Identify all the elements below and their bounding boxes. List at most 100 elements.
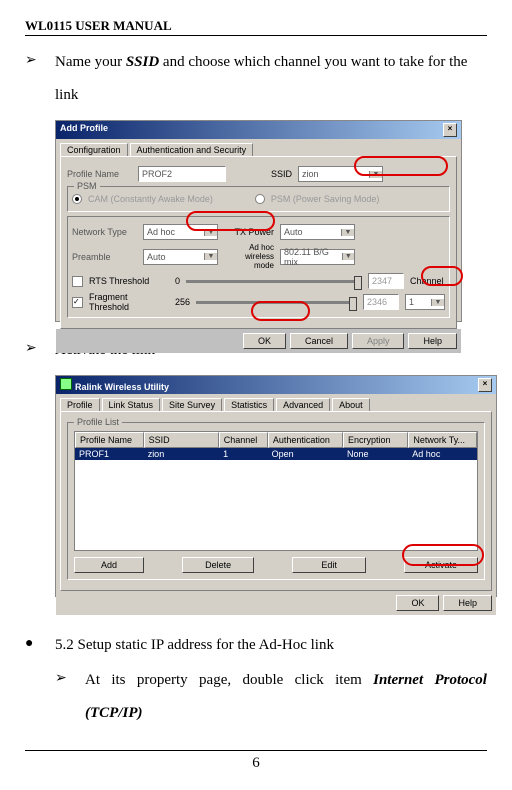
profile-panel: Profile List Profile NameSSIDChannelAuth… (60, 411, 492, 591)
cam-radio-label: CAM (Constantly Awake Mode) (88, 194, 213, 204)
dialog-tabs: Configuration Authentication and Securit… (56, 139, 461, 156)
rts-slider[interactable] (186, 280, 362, 283)
fragment-checkbox[interactable] (72, 297, 83, 308)
preamble-label: Preamble (72, 252, 137, 262)
edit-button[interactable]: Edit (292, 557, 366, 573)
tab-profile[interactable]: Profile (60, 398, 100, 411)
profile-name-input[interactable]: PROF2 (138, 166, 226, 182)
tab-site-survey[interactable]: Site Survey (162, 398, 222, 411)
ok-button[interactable]: OK (243, 333, 286, 349)
profile-table: Profile NameSSIDChannelAuthenticationEnc… (74, 431, 478, 551)
tab-link-status[interactable]: Link Status (102, 398, 161, 411)
network-fieldset: Network Type Ad hoc▼ TX Power Auto▼ Prea… (67, 216, 450, 318)
table-cell: Ad hoc (408, 448, 477, 460)
table-header-cell[interactable]: Encryption (343, 432, 408, 448)
dialog-button-row: OK Cancel Apply Help (56, 329, 461, 353)
profile-list-fieldset: Profile List Profile NameSSIDChannelAuth… (67, 422, 485, 580)
ok-button[interactable]: OK (396, 595, 439, 611)
table-cell: zion (144, 448, 219, 460)
table-header-cell[interactable]: Profile Name (75, 432, 144, 448)
slider-thumb-icon (354, 276, 362, 290)
activate-button[interactable]: Activate (404, 557, 478, 573)
tab-advanced[interactable]: Advanced (276, 398, 330, 411)
network-type-dropdown[interactable]: Ad hoc ▼ (143, 224, 218, 240)
tab-statistics[interactable]: Statistics (224, 398, 274, 411)
apply-button[interactable]: Apply (352, 333, 405, 349)
preamble-dropdown[interactable]: Auto▼ (143, 249, 218, 265)
table-header: Profile NameSSIDChannelAuthenticationEnc… (75, 432, 477, 448)
fragment-min: 256 (175, 297, 190, 307)
help-button[interactable]: Help (443, 595, 492, 611)
fragment-label: Fragment Threshold (89, 292, 169, 312)
chevron-bullet-icon: ➢ (55, 664, 85, 695)
delete-button[interactable]: Delete (182, 557, 254, 573)
add-profile-dialog-screenshot: Add Profile × Configuration Authenticati… (55, 120, 462, 322)
psm-label: PSM (74, 181, 100, 191)
profile-name-label: Profile Name (67, 169, 132, 179)
text-fragment: At its property page, double click item (85, 672, 373, 688)
table-header-cell[interactable]: Authentication (268, 432, 343, 448)
table-cell: Open (268, 448, 343, 460)
section-5-2: ● 5.2 Setup static IP address for the Ad… (25, 629, 487, 662)
chevron-down-icon: ▼ (431, 299, 444, 306)
preamble-value: Auto (147, 252, 166, 262)
tab-about[interactable]: About (332, 398, 370, 411)
tab-auth-security[interactable]: Authentication and Security (130, 143, 254, 156)
cancel-button[interactable]: Cancel (290, 333, 348, 349)
channel-dropdown[interactable]: 1▼ (405, 294, 445, 310)
channel-value: 1 (409, 297, 414, 307)
adhoc-mode-label: Ad hoc wireless mode (224, 243, 274, 270)
ssid-value: zion (302, 169, 319, 179)
instruction-1: ➢ Name your SSID and choose which channe… (25, 46, 487, 112)
network-type-label: Network Type (72, 227, 137, 237)
table-header-cell[interactable]: Channel (219, 432, 268, 448)
table-row[interactable]: PROF1zion1OpenNoneAd hoc (75, 448, 477, 460)
profile-actions-row: Add Delete Edit Activate (74, 557, 478, 573)
adhoc-mode-value: 802.11 B/G mix (284, 247, 342, 267)
psm-fieldset: PSM CAM (Constantly Awake Mode) PSM (Pow… (67, 186, 450, 212)
instruction-3: ➢ At its property page, double click ite… (55, 664, 487, 730)
tx-power-value: Auto (284, 227, 303, 237)
cam-radio[interactable] (72, 194, 82, 204)
app-icon (60, 378, 72, 390)
dialog-title: Add Profile (60, 123, 108, 137)
add-button[interactable]: Add (74, 557, 144, 573)
wireless-utility-screenshot: Ralink Wireless Utility × Profile Link S… (55, 375, 497, 597)
rts-min: 0 (175, 276, 180, 286)
psm-radio[interactable] (255, 194, 265, 204)
tx-power-label: TX Power (224, 227, 274, 237)
tab-configuration[interactable]: Configuration (60, 143, 128, 156)
help-button[interactable]: Help (408, 333, 457, 349)
manual-header: WL0115 USER MANUAL (25, 18, 487, 36)
channel-label: Channel (410, 276, 445, 286)
rts-label: RTS Threshold (89, 276, 169, 286)
section-5-2-text: 5.2 Setup static IP address for the Ad-H… (55, 629, 487, 662)
slider-thumb-icon (349, 297, 357, 311)
disc-bullet-icon: ● (25, 629, 55, 660)
table-header-cell[interactable]: SSID (144, 432, 219, 448)
tx-power-dropdown[interactable]: Auto▼ (280, 224, 355, 240)
instruction-1-text: Name your SSID and choose which channel … (55, 46, 487, 112)
fragment-value[interactable]: 2346 (363, 294, 399, 310)
table-cell: 1 (219, 448, 267, 460)
adhoc-mode-dropdown[interactable]: 802.11 B/G mix▼ (280, 249, 355, 265)
ssid-label: SSID (232, 169, 292, 179)
chevron-bullet-icon: ➢ (25, 46, 55, 77)
network-type-value: Ad hoc (147, 227, 175, 237)
utility-title: Ralink Wireless Utility (75, 382, 169, 392)
chevron-bullet-icon: ➢ (25, 334, 55, 365)
rts-value[interactable]: 2347 (368, 273, 404, 289)
chevron-down-icon: ▼ (204, 229, 217, 236)
page-number: 6 (25, 750, 487, 772)
config-panel: Profile Name PROF2 SSID zion ▼ PSM CAM (C… (60, 156, 457, 329)
fragment-slider[interactable] (196, 301, 357, 304)
table-header-cell[interactable]: Network Ty... (408, 432, 477, 448)
text-fragment: Name your (55, 54, 126, 70)
chevron-down-icon: ▼ (369, 171, 382, 178)
close-icon[interactable]: × (478, 378, 492, 392)
utility-tabs: Profile Link Status Site Survey Statisti… (56, 394, 496, 411)
ssid-dropdown[interactable]: zion ▼ (298, 166, 383, 182)
profile-list-label: Profile List (74, 417, 122, 427)
close-icon[interactable]: × (443, 123, 457, 137)
rts-checkbox[interactable] (72, 276, 83, 287)
